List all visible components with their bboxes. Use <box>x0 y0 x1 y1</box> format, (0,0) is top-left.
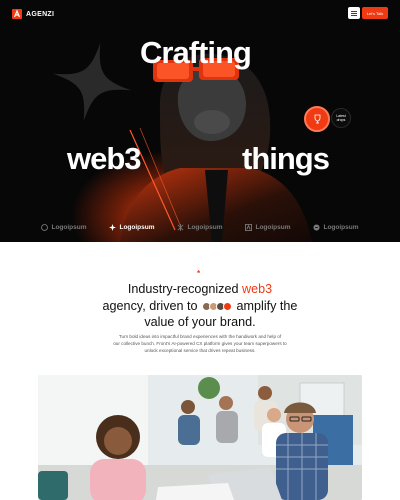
intro-body-line-1: Turn bold ideas into impactful brand exp… <box>118 334 282 339</box>
headline-part-1: Industry-recognized <box>127 282 242 296</box>
logo-a-icon <box>41 223 49 231</box>
headline-part-2: agency, driven to <box>102 298 198 313</box>
hero-word-things: things <box>242 141 330 176</box>
hero-section: AGENZI Let's Talk Crafting web3 things L… <box>0 0 400 242</box>
headline-part-4: value of your brand. <box>144 315 256 330</box>
headline-part-3: amplify the <box>236 298 298 313</box>
hamburger-icon <box>351 10 357 16</box>
avatar-group <box>202 301 233 311</box>
brand-name: AGENZI <box>26 10 55 18</box>
intro-headline: Industry-recognized web3 agency, driven … <box>80 281 320 331</box>
hero-word-crafting: Crafting <box>140 35 252 70</box>
intro-body-line-3: unlock exceptional service that drives r… <box>144 347 256 353</box>
logo-d-icon <box>245 223 253 231</box>
client-logo-1: Logoipsum <box>41 223 87 231</box>
brand-mark-icon <box>12 9 22 19</box>
client-logo-3: Logoipsum <box>177 223 223 231</box>
logo-b-icon <box>109 223 117 231</box>
client-logo-label: Logoipsum <box>119 223 155 231</box>
team-photo-illustration <box>38 375 362 500</box>
logo-c-icon <box>178 223 184 231</box>
badge-label: Latest drops <box>331 108 351 128</box>
intro-body-line-2: our collective bunch. Front's AI-powered… <box>113 340 287 346</box>
client-logo-2: Logoipsum <box>109 223 155 231</box>
client-logo-label: Logoipsum <box>187 223 223 231</box>
client-logos-bar: Logoipsum Logoipsum Logoipsum Logoipsum … <box>0 219 400 235</box>
badge-button[interactable] <box>304 106 330 132</box>
hero-word-web3: web3 <box>67 141 142 176</box>
headline-accent: web3 <box>242 282 273 296</box>
client-logo-label: Logoipsum <box>255 223 291 231</box>
menu-button[interactable] <box>348 7 360 19</box>
client-logo-4: Logoipsum <box>245 223 291 231</box>
brand-logo[interactable]: AGENZI <box>12 9 54 19</box>
lets-talk-button[interactable]: Let's Talk <box>362 7 388 19</box>
team-photo <box>38 375 362 500</box>
asterisk-icon: * <box>197 269 201 278</box>
intro-body: Turn bold ideas into impactful brand exp… <box>95 334 305 355</box>
client-logo-label: Logoipsum <box>51 223 87 231</box>
logo-e-icon <box>313 223 321 231</box>
avatar <box>223 301 233 311</box>
client-logo-5: Logoipsum <box>313 223 359 231</box>
trophy-icon <box>314 114 320 124</box>
client-logo-label: Logoipsum <box>323 223 359 231</box>
